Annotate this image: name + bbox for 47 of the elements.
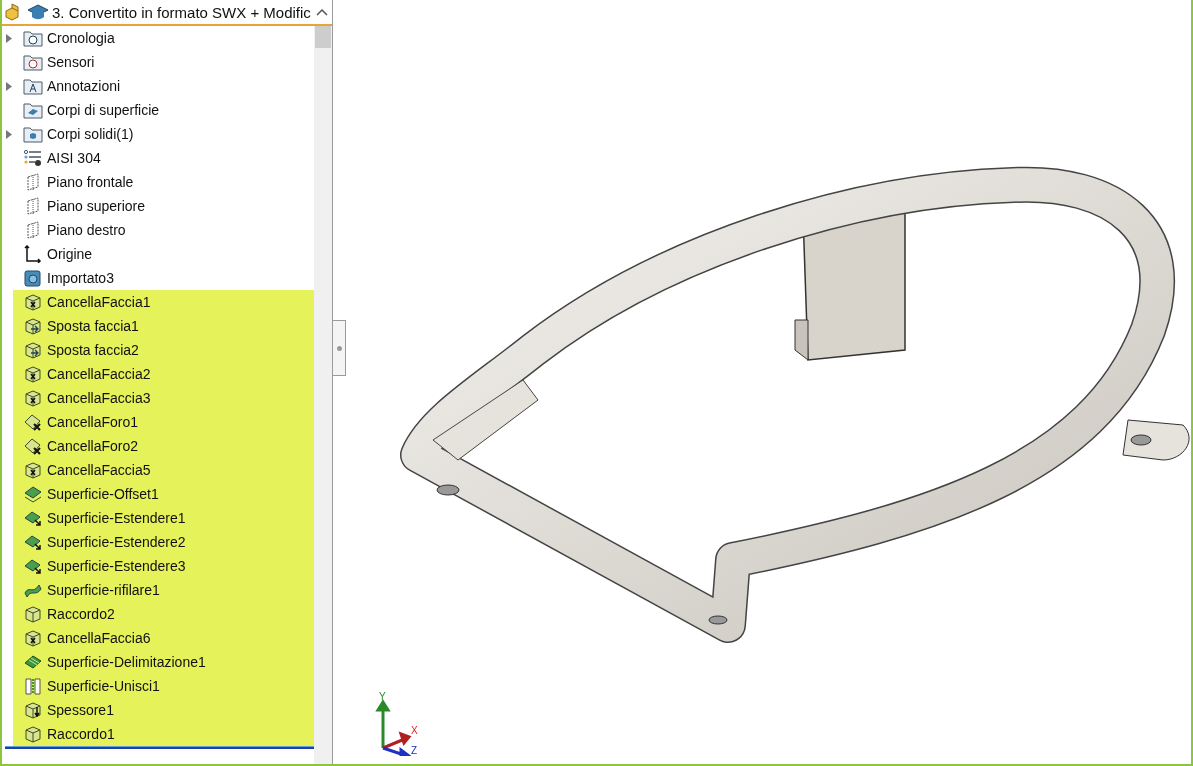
sensor-folder-icon <box>23 53 43 71</box>
delete-hole-icon <box>23 437 43 455</box>
delete-face-icon <box>23 293 43 311</box>
delete-face-icon <box>23 365 43 383</box>
tree-item[interactable]: Importato3 <box>2 266 314 290</box>
tree-item[interactable]: Sensori <box>2 50 314 74</box>
document-title: 3. Convertito in formato SWX + Modific <box>52 3 312 21</box>
move-face-icon <box>23 317 43 335</box>
tree-item[interactable]: Piano destro <box>2 218 314 242</box>
delete-face-icon <box>23 629 43 647</box>
expand-arrow-icon[interactable] <box>4 33 13 43</box>
chevron-up-icon[interactable] <box>316 8 328 16</box>
thicken-icon <box>23 701 43 719</box>
axis-triad-drawing: Y X Z <box>373 690 423 756</box>
extend-surface-icon <box>23 533 43 551</box>
tree-item[interactable]: Annotazioni <box>2 74 314 98</box>
delete-face-icon <box>23 461 43 479</box>
extend-surface-icon <box>23 509 43 527</box>
expand-arrow-icon[interactable] <box>4 129 13 139</box>
surface-folder-icon <box>23 101 43 119</box>
tree-item[interactable]: Corpi solidi(1) <box>2 122 314 146</box>
material-list-icon <box>23 149 43 167</box>
expand-arrow-icon[interactable] <box>4 81 13 91</box>
offset-surface-icon <box>23 485 43 503</box>
fillet-icon <box>23 605 43 623</box>
move-face-icon <box>23 341 43 359</box>
scrollbar-thumb[interactable] <box>315 26 331 48</box>
tree-item[interactable]: Piano superiore <box>2 194 314 218</box>
tree-item[interactable]: Origine <box>2 242 314 266</box>
origin-icon <box>23 245 43 263</box>
delete-face-icon <box>23 389 43 407</box>
solid-folder-icon <box>23 125 43 143</box>
annotation-folder-icon <box>23 77 43 95</box>
tree-item[interactable]: Corpi di superficie <box>2 98 314 122</box>
delete-hole-icon <box>23 413 43 431</box>
boundary-surface-icon <box>23 653 43 671</box>
fillet-icon <box>23 725 43 743</box>
tree-item[interactable]: AISI 304 <box>2 146 314 170</box>
knit-surface-icon <box>23 677 43 695</box>
panel-splitter-handle[interactable] <box>333 320 346 376</box>
scrollbar[interactable] <box>314 26 332 764</box>
extend-surface-icon <box>23 557 43 575</box>
tree-item[interactable]: Cronologia <box>2 26 314 50</box>
tree-item[interactable]: Piano frontale <box>2 170 314 194</box>
history-folder-icon <box>23 29 43 47</box>
graduation-cap-icon <box>27 3 49 21</box>
imported-body-icon <box>23 269 43 287</box>
